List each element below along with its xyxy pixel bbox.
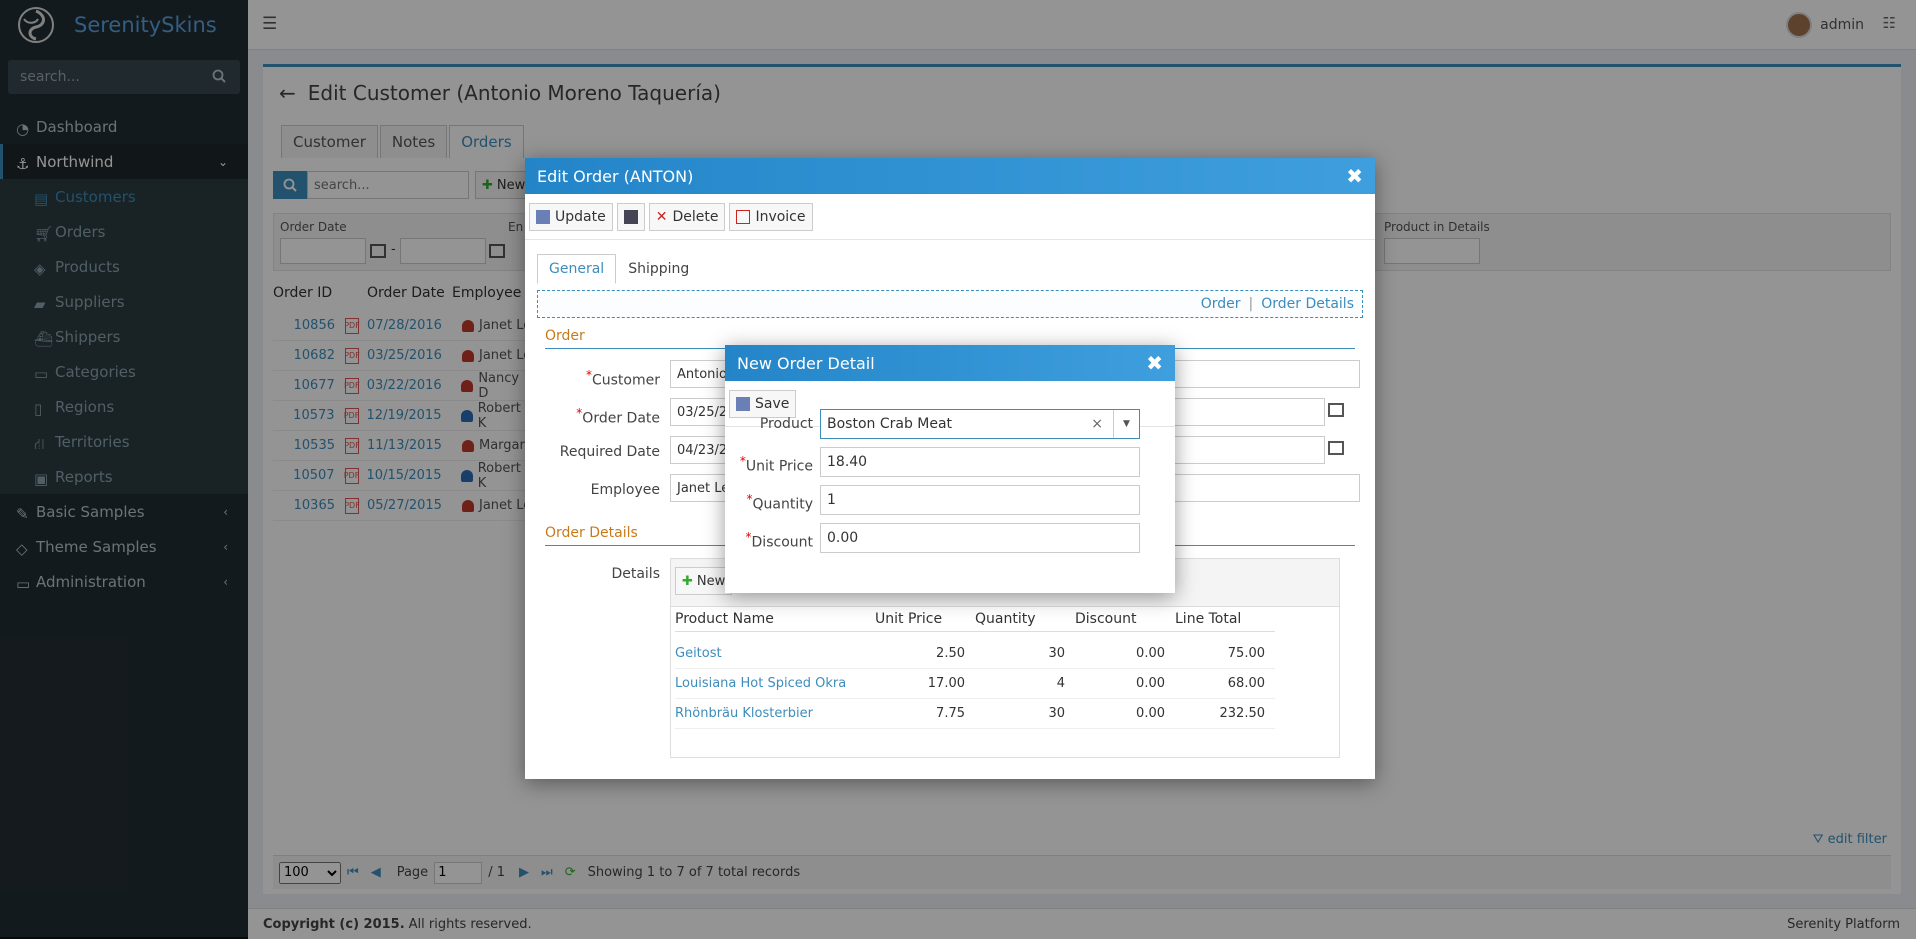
delete-label: Delete xyxy=(672,208,719,225)
discount-row: *Discount 0.00 xyxy=(725,523,1175,553)
detail-row[interactable]: Louisiana Hot Spiced Okra 17.00 4 0.00 68.00 xyxy=(675,669,1275,699)
customer-label: *Customer xyxy=(585,368,660,389)
details-header: Product Name Unit Price Quantity Discoun… xyxy=(675,611,1275,632)
product-label: Product xyxy=(759,416,813,432)
product-name-link[interactable]: Geitost xyxy=(675,646,875,661)
save-icon xyxy=(536,209,550,224)
col-discount[interactable]: Discount xyxy=(1075,611,1175,627)
discount-cell: 0.00 xyxy=(1136,676,1165,691)
quantity-row: *Quantity 1 xyxy=(725,485,1175,515)
order-date-value: 03/25/2 xyxy=(677,404,728,420)
detail-row[interactable]: Geitost 2.50 30 0.00 75.00 xyxy=(675,639,1275,669)
quantity-cell: 4 xyxy=(1056,676,1065,691)
col-product-name[interactable]: Product Name xyxy=(675,611,875,627)
quantity-label-text: Quantity xyxy=(752,496,814,513)
product-select[interactable]: Boston Crab Meat × ▼ xyxy=(820,409,1140,439)
app-root: SerenitySkins ◔Dashboard ⚓Northwind⌄ ▤Cu… xyxy=(0,0,1916,939)
close-icon[interactable]: ✖ xyxy=(1146,351,1163,375)
calendar-icon[interactable] xyxy=(1328,441,1344,455)
discount-label: *Discount xyxy=(745,530,813,551)
line-total-cell: 68.00 xyxy=(1227,676,1265,691)
discount-cell: 0.00 xyxy=(1136,646,1165,661)
detail-row[interactable]: Rhönbräu Klosterbier 7.75 30 0.00 232.50 xyxy=(675,699,1275,729)
link-order[interactable]: Order xyxy=(1201,296,1241,312)
dialog-title: Edit Order (ANTON) xyxy=(537,166,694,186)
dialog-titlebar[interactable]: Edit Order (ANTON) ✖ xyxy=(525,158,1375,194)
col-quantity[interactable]: Quantity xyxy=(975,611,1075,627)
employee-value: Janet Le xyxy=(677,480,730,496)
invoice-button[interactable]: Invoice xyxy=(729,202,813,231)
customer-label-text: Customer xyxy=(591,372,660,389)
tab-shipping[interactable]: Shipping xyxy=(616,254,701,284)
update-button[interactable]: Update xyxy=(529,202,613,231)
product-name-link[interactable]: Rhönbräu Klosterbier xyxy=(675,706,875,721)
product-value: Boston Crab Meat xyxy=(827,416,953,432)
new-order-detail-dialog: New Order Detail ✖ Save Product Boston Cr… xyxy=(725,345,1175,593)
col-line-total[interactable]: Line Total xyxy=(1175,611,1275,627)
close-icon[interactable]: ✖ xyxy=(1346,164,1363,188)
unit-price-cell: 2.50 xyxy=(936,646,965,661)
line-total-cell: 75.00 xyxy=(1227,646,1265,661)
dialog-toolbar: Update ✕ Delete Invoice xyxy=(525,194,1375,240)
order-dialog-tabs: General Shipping xyxy=(537,254,701,284)
discount-cell: 0.00 xyxy=(1136,706,1165,721)
new-detail-label: New xyxy=(696,573,726,589)
floppy-icon xyxy=(623,209,638,224)
customer-value: Antonio xyxy=(677,366,727,382)
required-date-label: Required Date xyxy=(559,444,660,460)
line-total-cell: 232.50 xyxy=(1219,706,1266,721)
save-close-button[interactable] xyxy=(616,202,645,231)
pdf-icon xyxy=(736,209,751,224)
quantity-value: 1 xyxy=(827,492,836,508)
discount-value: 0.00 xyxy=(827,530,859,546)
required-date-value: 04/23/2 xyxy=(677,442,728,458)
add-icon: ✚ xyxy=(682,573,693,589)
discount-input[interactable]: 0.00 xyxy=(820,523,1140,553)
delete-icon: ✕ xyxy=(655,208,668,225)
unit-price-cell: 7.75 xyxy=(936,706,965,721)
details-label: Details xyxy=(611,566,660,582)
calendar-icon[interactable] xyxy=(1328,403,1344,417)
unit-price-row: *Unit Price 18.40 xyxy=(725,447,1175,477)
unit-price-input[interactable]: 18.40 xyxy=(820,447,1140,477)
dialog-title: New Order Detail xyxy=(737,353,875,373)
employee-label: Employee xyxy=(590,482,660,498)
link-order-details[interactable]: Order Details xyxy=(1261,296,1354,312)
unit-price-label: *Unit Price xyxy=(739,454,813,475)
clear-icon[interactable]: × xyxy=(1091,416,1103,432)
product-row: Product Boston Crab Meat × ▼ xyxy=(725,409,1175,439)
unit-price-cell: 17.00 xyxy=(927,676,965,691)
discount-label-text: Discount xyxy=(751,534,813,551)
quantity-input[interactable]: 1 xyxy=(820,485,1140,515)
update-label: Update xyxy=(555,208,606,225)
invoice-label: Invoice xyxy=(755,208,806,225)
quantity-label: *Quantity xyxy=(746,492,814,513)
product-name-link[interactable]: Louisiana Hot Spiced Okra xyxy=(675,676,875,691)
dropdown-arrow-icon[interactable]: ▼ xyxy=(1113,410,1139,438)
dialog-titlebar[interactable]: New Order Detail ✖ xyxy=(725,345,1175,381)
new-detail-button[interactable]: ✚ New xyxy=(675,567,733,595)
col-unit-price[interactable]: Unit Price xyxy=(875,611,975,627)
tab-general[interactable]: General xyxy=(537,254,617,284)
quantity-cell: 30 xyxy=(1048,706,1065,721)
order-date-label-text: Order Date xyxy=(582,410,660,427)
section-links: Order | Order Details xyxy=(537,290,1363,318)
quantity-cell: 30 xyxy=(1048,646,1065,661)
link-separator: | xyxy=(1248,296,1254,312)
unit-price-label-text: Unit Price xyxy=(745,458,813,475)
order-date-label: *Order Date xyxy=(576,406,660,427)
unit-price-value: 18.40 xyxy=(827,454,868,470)
delete-button[interactable]: ✕ Delete xyxy=(648,202,726,231)
